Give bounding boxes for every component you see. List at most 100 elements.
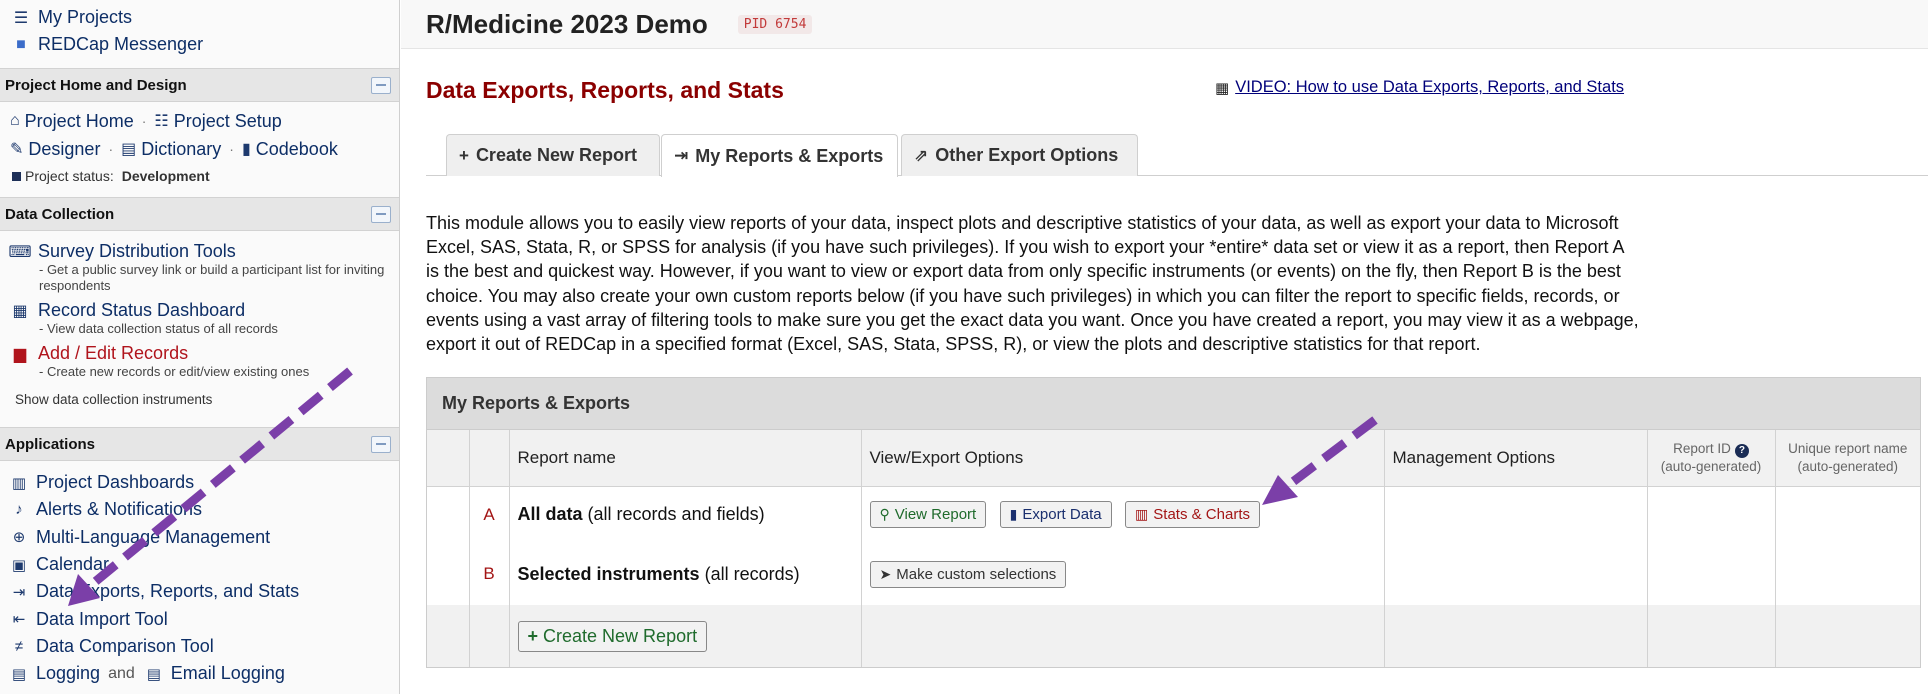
export-data-button[interactable]: ▮ Export Data bbox=[999, 501, 1112, 529]
video-help-link[interactable]: ▦ VIDEO: How to use Data Exports, Report… bbox=[1215, 78, 1624, 97]
calendar-link[interactable]: ▣ Calendar bbox=[0, 551, 399, 578]
survey-distribution-link[interactable]: ⌨ Survey Distribution Tools bbox=[8, 241, 399, 262]
plus-icon: + bbox=[527, 625, 539, 646]
reports-table-title: My Reports & Exports bbox=[427, 378, 1920, 430]
record-status-item: ▦ Record Status Dashboard - View data co… bbox=[0, 300, 399, 337]
reports-table-panel: My Reports & Exports Report name View/Ex… bbox=[426, 377, 1921, 668]
report-name-header: Report name bbox=[509, 430, 862, 487]
view-export-header: View/Export Options bbox=[861, 430, 1385, 487]
dictionary-link[interactable]: Dictionary bbox=[141, 139, 221, 160]
project-home-section-header: Project Home and Design bbox=[0, 68, 399, 102]
page-title: Data Exports, Reports, and Stats bbox=[426, 77, 784, 103]
stats-charts-button[interactable]: ▥ Stats & Charts bbox=[1125, 501, 1260, 529]
make-custom-selections-button[interactable]: ➤ Make custom selections bbox=[869, 560, 1067, 588]
design-links-row: ✎ Designer · ▤ Dictionary · ▮ Codebook bbox=[10, 138, 338, 160]
data-comparison-link[interactable]: ≠ Data Comparison Tool bbox=[0, 633, 399, 660]
tab-other-export-options[interactable]: ⇗ Other Export Options bbox=[901, 134, 1138, 176]
collapse-data-collection-button[interactable] bbox=[371, 205, 391, 223]
unique-name-header: Unique report name (auto-generated) bbox=[1775, 430, 1920, 487]
data-import-link[interactable]: ⇤ Data Import Tool bbox=[0, 605, 399, 632]
add-edit-records-desc: - Create new records or edit/view existi… bbox=[39, 364, 310, 379]
show-instruments-link[interactable]: Show data collection instruments bbox=[0, 392, 399, 414]
redcap-messenger-link[interactable]: ■ REDCap Messenger bbox=[0, 31, 399, 58]
table-row: B Selected instruments (all records) ➤ M… bbox=[427, 543, 1920, 605]
multi-language-link[interactable]: ⊕ Multi-Language Management bbox=[0, 524, 399, 551]
survey-icon: ⌨ bbox=[8, 243, 32, 261]
import-icon: ⇤ bbox=[12, 611, 26, 629]
search-icon: ⚲ bbox=[879, 506, 890, 523]
project-title: R/Medicine 2023 Demo bbox=[426, 8, 708, 39]
create-new-report-button[interactable]: + Create New Report bbox=[517, 620, 708, 652]
document-icon: ▆ bbox=[13, 345, 27, 363]
plus-icon: + bbox=[459, 145, 469, 165]
applications-section-header: Applications bbox=[0, 427, 399, 461]
globe-icon: ⊕ bbox=[12, 529, 26, 547]
report-tabs: + Create New Report ⇥ My Reports & Expor… bbox=[426, 134, 1928, 177]
drag-column-header bbox=[427, 430, 470, 487]
view-export-options: ➤ Make custom selections bbox=[861, 543, 1385, 605]
reports-table-header-row: Report name View/Export Options Manageme… bbox=[427, 430, 1920, 487]
report-letter: A bbox=[469, 486, 510, 543]
logging-row: ▤ Logging and ▤ Email Logging bbox=[0, 660, 399, 687]
management-header: Management Options bbox=[1384, 430, 1648, 487]
reports-table: Report name View/Export Options Manageme… bbox=[427, 430, 1920, 667]
tab-my-reports-exports[interactable]: ⇥ My Reports & Exports bbox=[661, 134, 898, 177]
dashboard-icon: ▥ bbox=[11, 474, 27, 492]
project-dashboards-link[interactable]: ▥ Project Dashboards bbox=[0, 469, 399, 496]
survey-distribution-desc: - Get a public survey link or build a pa… bbox=[39, 262, 385, 293]
home-icon: ⌂ bbox=[10, 112, 20, 129]
tab-create-new-report[interactable]: + Create New Report bbox=[446, 134, 660, 176]
status-square-icon bbox=[12, 171, 21, 181]
share-icon: ⇗ bbox=[914, 145, 929, 165]
project-status: Project status: Development bbox=[0, 163, 399, 189]
report-letter: B bbox=[469, 543, 510, 605]
calendar-icon: ▣ bbox=[11, 556, 27, 574]
dictionary-icon: ▤ bbox=[121, 141, 137, 158]
film-icon: ▦ bbox=[1215, 79, 1230, 97]
report-name: Selected instruments (all records) bbox=[509, 543, 862, 605]
record-status-dashboard-link[interactable]: ▦ Record Status Dashboard bbox=[8, 300, 399, 321]
codebook-link[interactable]: Codebook bbox=[256, 139, 338, 160]
my-projects-link[interactable]: ☰ My Projects bbox=[0, 4, 399, 31]
project-id-badge: PID 6754 bbox=[737, 14, 813, 34]
export-icon: ⇥ bbox=[12, 583, 26, 601]
export-icon: ⇥ bbox=[674, 146, 689, 165]
data-exports-link[interactable]: ⇥ Data Exports, Reports, and Stats bbox=[0, 578, 399, 605]
project-home-link[interactable]: Project Home bbox=[25, 111, 134, 132]
add-edit-records-link[interactable]: ▆ Add / Edit Records bbox=[8, 343, 399, 364]
add-edit-records-item: ▆ Add / Edit Records - Create new record… bbox=[0, 343, 399, 380]
pointer-icon: ➤ bbox=[879, 565, 892, 582]
left-sidebar: ☰ My Projects ■ REDCap Messenger Project… bbox=[0, 0, 400, 694]
help-icon[interactable]: ? bbox=[1734, 443, 1749, 458]
book-icon: ▮ bbox=[241, 141, 251, 158]
project-setup-link[interactable]: Project Setup bbox=[174, 111, 282, 132]
checklist-icon: ☷ bbox=[154, 113, 169, 130]
alerts-notifications-link[interactable]: ♪ Alerts & Notifications bbox=[0, 496, 399, 523]
edit-icon: ✎ bbox=[10, 141, 24, 158]
email-logging-icon: ▤ bbox=[146, 665, 161, 683]
logging-icon: ▤ bbox=[11, 665, 27, 683]
report-id-header: Report ID? (auto-generated) bbox=[1647, 430, 1776, 487]
view-report-button[interactable]: ⚲ View Report bbox=[869, 501, 987, 529]
record-status-desc: - View data collection status of all rec… bbox=[39, 321, 278, 336]
bar-chart-icon: ▥ bbox=[1135, 506, 1149, 523]
report-name: All data (all records and fields) bbox=[509, 486, 862, 543]
table-row: + Create New Report bbox=[427, 605, 1920, 667]
project-home-links-row: ⌂ Project Home · ☷ Project Setup bbox=[10, 110, 282, 132]
designer-link[interactable]: Designer bbox=[28, 139, 100, 160]
logging-link[interactable]: Logging bbox=[36, 663, 100, 684]
file-export-icon: ▮ bbox=[1009, 506, 1018, 523]
status-value: Development bbox=[121, 168, 210, 184]
project-header-bar: R/Medicine 2023 Demo PID 6754 bbox=[401, 0, 1928, 49]
compare-icon: ≠ bbox=[14, 637, 24, 655]
collapse-applications-button[interactable] bbox=[371, 435, 391, 453]
table-row: A All data (all records and fields) ⚲ Vi… bbox=[427, 486, 1920, 543]
view-export-options: ⚲ View Report ▮ Export Data ▥ Stats & Ch… bbox=[861, 486, 1385, 543]
chat-icon: ■ bbox=[16, 35, 26, 53]
intro-paragraph: This module allows you to easily view re… bbox=[426, 213, 1639, 355]
data-collection-section-header: Data Collection bbox=[0, 197, 399, 231]
survey-distribution-item: ⌨ Survey Distribution Tools - Get a publ… bbox=[0, 241, 399, 294]
email-logging-link[interactable]: Email Logging bbox=[171, 663, 285, 684]
grid-icon: ▦ bbox=[12, 302, 28, 320]
collapse-project-home-button[interactable] bbox=[371, 76, 391, 94]
